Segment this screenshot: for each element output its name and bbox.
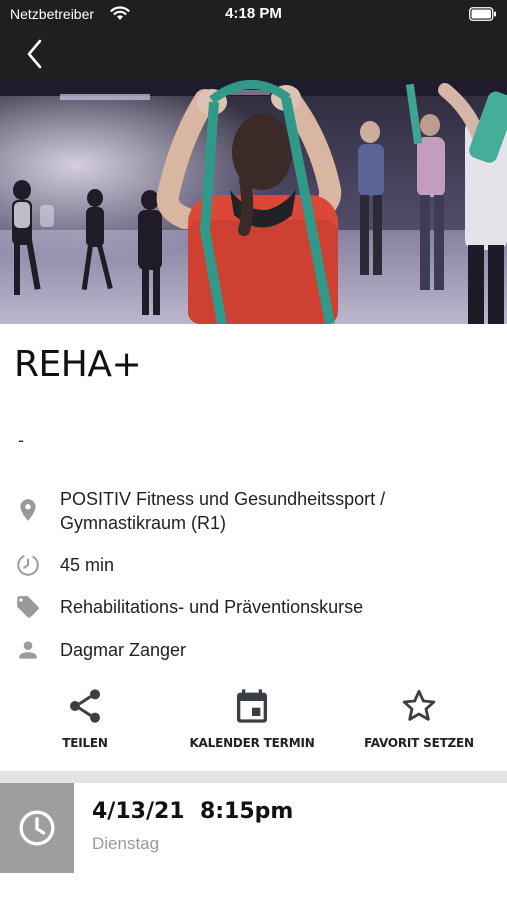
- status-time: 4:18 PM: [225, 5, 282, 22]
- calendar-label: KALENDER TERMIN: [189, 736, 315, 750]
- duration-row: 45 min: [0, 552, 507, 580]
- person-icon: [15, 637, 41, 663]
- tag-icon: [15, 594, 41, 620]
- calendar-button[interactable]: KALENDER TERMIN: [187, 682, 317, 762]
- timer-icon: [15, 552, 41, 578]
- location-pin-icon: [15, 497, 41, 523]
- status-bar: Netzbetreiber 4:18 PM: [0, 0, 507, 28]
- navigation-bar: [0, 28, 507, 80]
- favorite-button[interactable]: FAVORIT SETZEN: [359, 682, 479, 762]
- course-title: REHA+: [14, 344, 142, 385]
- action-bar: TEILEN KALENDER TERMIN FAVORIT SETZEN: [0, 682, 507, 762]
- trainer-row: Dagmar Zanger: [0, 637, 507, 665]
- time-text: 8:15pm: [199, 799, 294, 824]
- location-row: POSITIV Fitness und Gesundheitssport / G…: [0, 485, 507, 545]
- duration-text: 45 min: [60, 555, 115, 575]
- section-divider: [0, 771, 507, 783]
- clock-icon: [19, 810, 55, 846]
- date-text: 4/13/21: [92, 799, 185, 824]
- trainer-text: Dagmar Zanger: [60, 640, 187, 660]
- course-subtitle: -: [18, 430, 24, 450]
- weekday-text: Dienstag: [92, 834, 160, 853]
- favorite-label: FAVORIT SETZEN: [364, 736, 474, 750]
- date-icon-box: [0, 783, 74, 873]
- category-text: Rehabilitations- und Präventionskurse: [60, 597, 364, 617]
- back-button[interactable]: [20, 36, 56, 72]
- star-outline-icon: [402, 689, 436, 721]
- calendar-icon: [237, 689, 267, 723]
- back-chevron-icon: [27, 39, 42, 69]
- date-card[interactable]: 4/13/21 8:15pm Dienstag: [0, 783, 507, 873]
- share-icon: [70, 689, 100, 723]
- battery-icon: [469, 7, 497, 26]
- date-time-text: 4/13/21 8:15pm: [92, 799, 293, 824]
- location-text: POSITIV Fitness und Gesundheitssport / G…: [60, 489, 386, 533]
- share-label: TEILEN: [62, 736, 108, 750]
- share-button[interactable]: TEILEN: [35, 682, 135, 762]
- category-row: Rehabilitations- und Präventionskurse: [0, 594, 507, 622]
- course-hero-image: [0, 80, 507, 324]
